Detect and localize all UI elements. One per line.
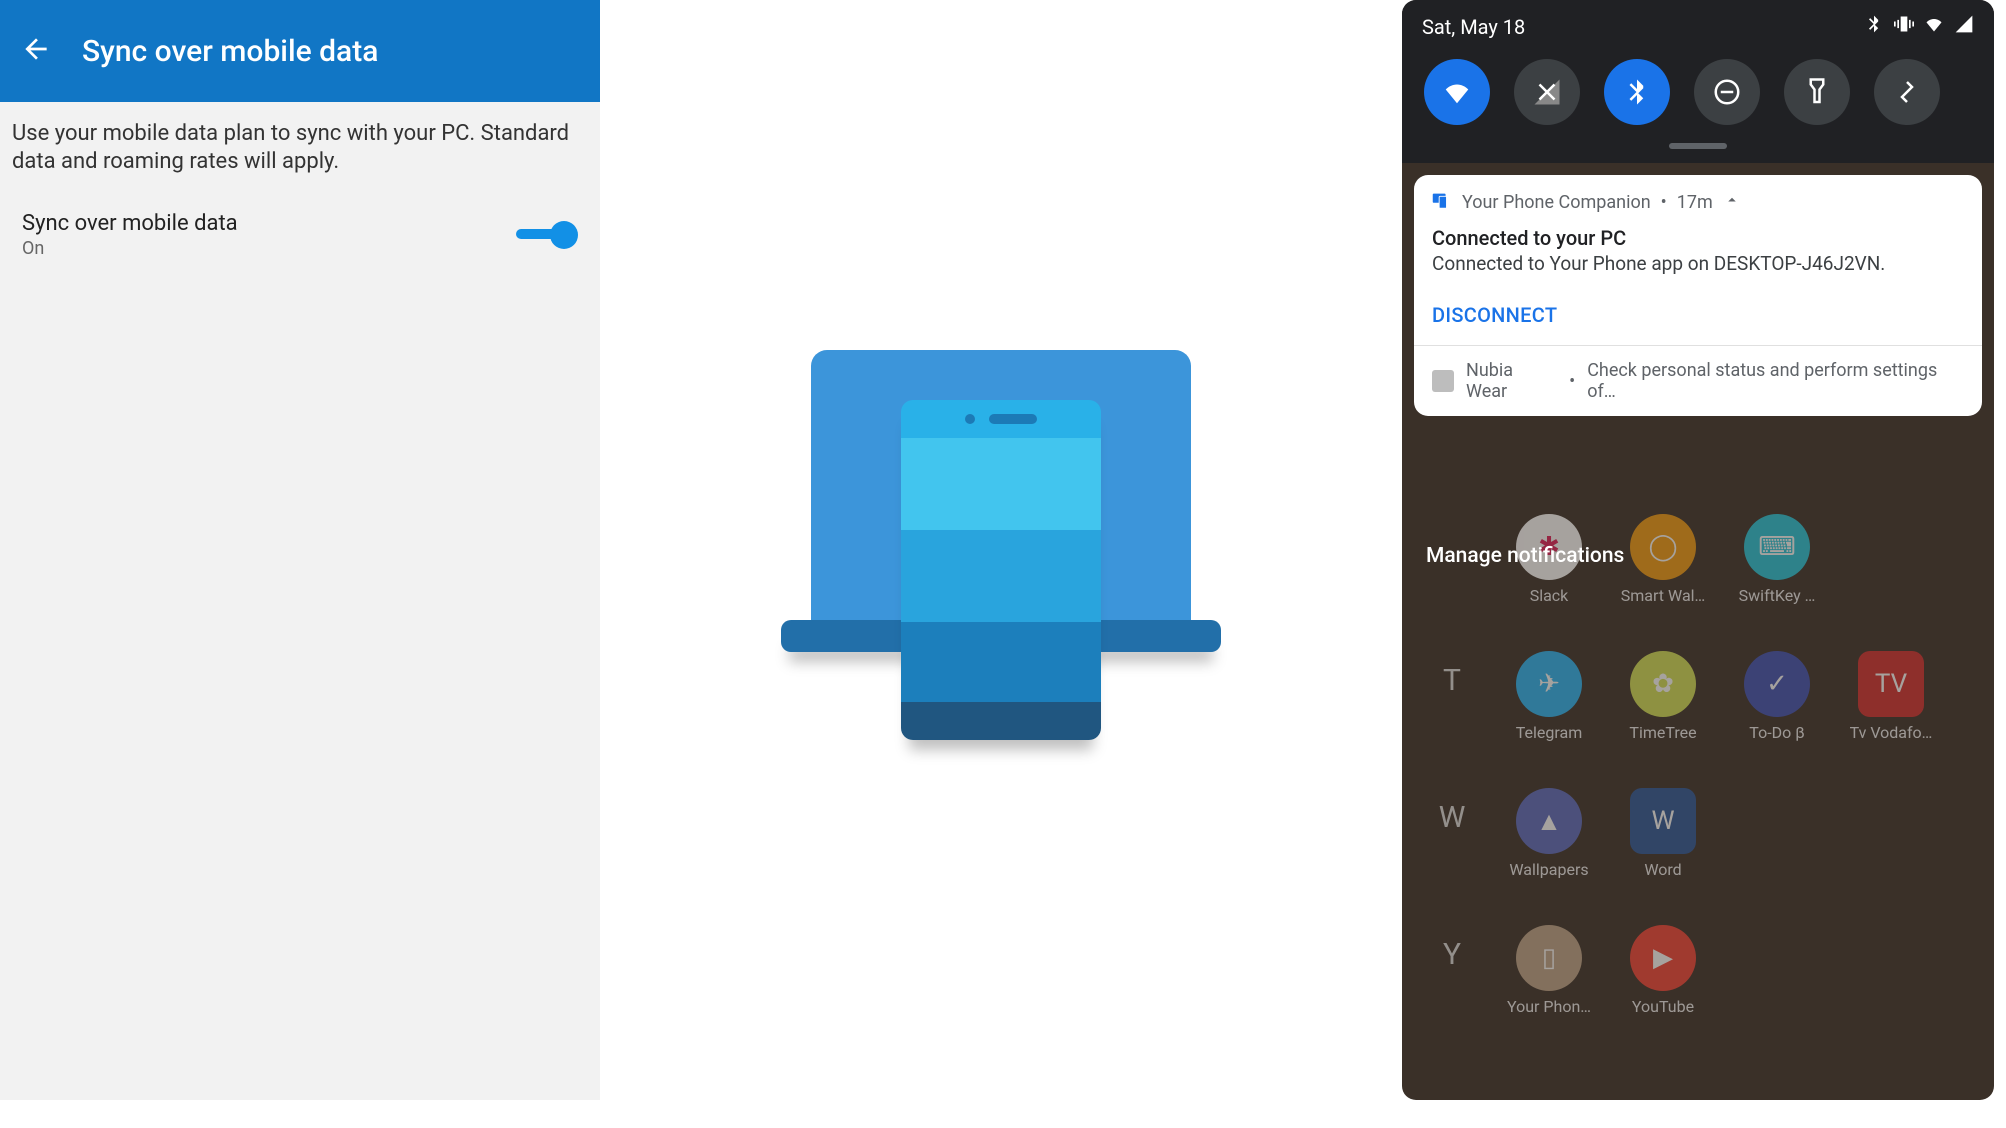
quick-settings-row	[1422, 39, 1974, 135]
setting-label: Sync over mobile data	[22, 211, 238, 236]
qs-cellular[interactable]	[1514, 59, 1580, 125]
app-word[interactable]: WWord	[1626, 788, 1700, 879]
notification-card-your-phone[interactable]: Your Phone Companion • 17m Connected to …	[1414, 175, 1982, 416]
qs-dnd[interactable]	[1694, 59, 1760, 125]
sync-mobile-data-setting[interactable]: Sync over mobile data On	[0, 207, 600, 287]
qs-flashlight[interactable]	[1784, 59, 1850, 125]
manage-notifications-button[interactable]: Manage notifications	[1402, 530, 1648, 582]
status-icons	[1864, 14, 1974, 39]
nubia-app-name: Nubia Wear	[1466, 360, 1557, 402]
app-todo[interactable]: ✓To-Do β	[1740, 651, 1814, 742]
app-your-phone[interactable]: ▯Your Phon…	[1512, 925, 1586, 1016]
app-telegram[interactable]: ✈Telegram	[1512, 651, 1586, 742]
bluetooth-status-icon	[1864, 14, 1884, 39]
wifi-status-icon	[1924, 14, 1944, 39]
phone-notification-shade: Sat, May 18	[1402, 0, 1994, 1100]
app-wallpapers[interactable]: ▲Wallpapers	[1512, 788, 1586, 879]
signal-status-icon	[1954, 14, 1974, 39]
back-arrow-icon[interactable]	[20, 33, 52, 69]
page-title: Sync over mobile data	[82, 34, 378, 69]
notification-title: Connected to your PC	[1432, 226, 1964, 250]
center-illustration-panel	[600, 0, 1402, 1100]
notification-header: Your Phone Companion • 17m	[1414, 175, 1982, 224]
notification-card-nubia[interactable]: Nubia Wear • Check personal status and p…	[1414, 346, 1982, 416]
settings-description: Use your mobile data plan to sync with y…	[0, 102, 600, 207]
shade-pull-handle[interactable]	[1669, 143, 1727, 149]
settings-panel: Sync over mobile data Use your mobile da…	[0, 0, 600, 1100]
qs-autorotate[interactable]	[1874, 59, 1940, 125]
status-date: Sat, May 18	[1422, 15, 1525, 39]
your-phone-app-icon	[1430, 189, 1452, 216]
app-drawer-background: ✱Slack ◯Smart Wal… ⌨SwiftKey … T ✈Telegr…	[1402, 514, 1994, 1062]
notification-time: 17m	[1677, 192, 1713, 213]
vibrate-status-icon	[1894, 14, 1914, 39]
status-bar: Sat, May 18	[1422, 14, 1974, 39]
your-phone-logo-icon	[781, 350, 1221, 750]
nubia-app-icon	[1432, 370, 1454, 392]
app-timetree[interactable]: ✿TimeTree	[1626, 651, 1700, 742]
setting-text: Sync over mobile data On	[22, 211, 238, 259]
chevron-up-icon[interactable]	[1723, 191, 1741, 214]
qs-wifi[interactable]	[1424, 59, 1490, 125]
quick-settings-shade: Sat, May 18	[1402, 0, 1994, 163]
nubia-notification-text: Check personal status and perform settin…	[1587, 360, 1964, 402]
disconnect-button[interactable]: DISCONNECT	[1414, 289, 1982, 345]
app-tv-vodafone[interactable]: TVTv Vodafo…	[1854, 651, 1928, 742]
notification-app-name: Your Phone Companion	[1462, 192, 1651, 213]
settings-header: Sync over mobile data	[0, 0, 600, 102]
app-swiftkey[interactable]: ⌨SwiftKey …	[1740, 514, 1814, 605]
notification-text: Connected to Your Phone app on DESKTOP-J…	[1432, 252, 1964, 275]
sync-toggle[interactable]	[516, 219, 578, 251]
setting-state: On	[22, 238, 238, 259]
qs-bluetooth[interactable]	[1604, 59, 1670, 125]
app-youtube[interactable]: ▶YouTube	[1626, 925, 1700, 1016]
